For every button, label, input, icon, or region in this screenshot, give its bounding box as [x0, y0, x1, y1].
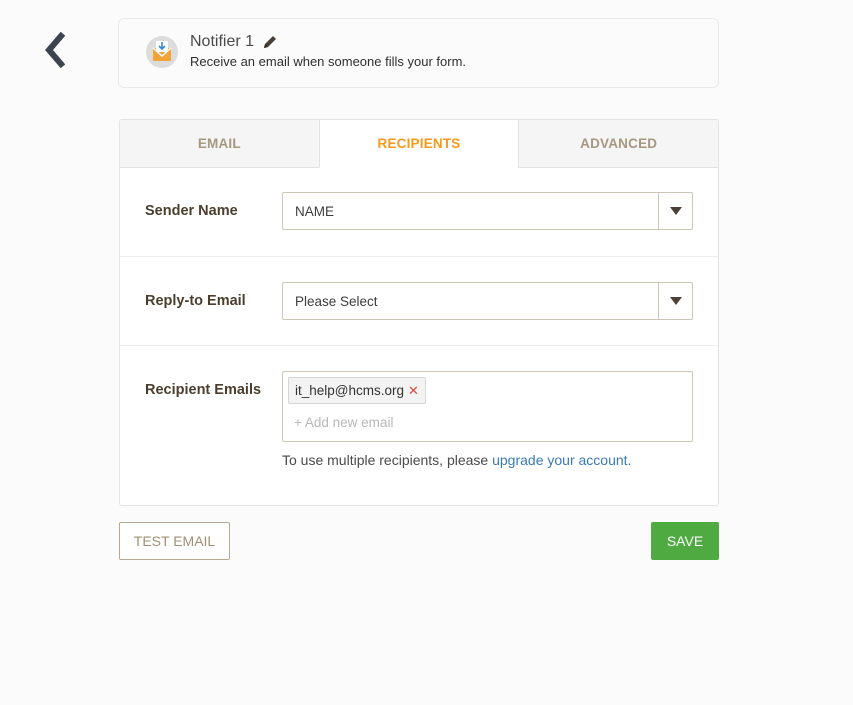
save-button[interactable]: SAVE — [651, 522, 719, 560]
reply-to-select[interactable]: Please Select — [282, 282, 693, 320]
reply-to-value: Please Select — [295, 293, 378, 309]
sender-name-label: Sender Name — [145, 203, 238, 219]
pencil-edit-icon[interactable] — [262, 34, 278, 50]
email-tag: it_help@hcms.org ✕ — [288, 377, 426, 404]
email-notification-icon — [145, 35, 179, 69]
test-email-button[interactable]: TEST EMAIL — [119, 522, 230, 560]
notifier-header: Notifier 1 Receive an email when someone… — [118, 18, 719, 88]
notifier-title-text: Notifier 1 — [190, 33, 255, 50]
tab-recipients[interactable]: RECIPIENTS — [318, 120, 519, 168]
back-button[interactable] — [42, 32, 74, 68]
back-chevron-icon — [45, 32, 66, 68]
add-email-input[interactable]: + Add new email — [294, 415, 393, 430]
recipient-emails-row: Recipient Emails it_help@hcms.org ✕ + Ad… — [120, 346, 718, 506]
dropdown-arrow-icon[interactable] — [658, 193, 692, 229]
recipient-emails-label: Recipient Emails — [145, 382, 262, 398]
notifier-settings-card: EMAIL RECIPIENTS ADVANCED Sender Name NA… — [119, 119, 719, 506]
reply-to-row: Reply-to Email Please Select — [120, 257, 718, 346]
remove-x-icon[interactable]: ✕ — [408, 383, 419, 399]
tab-bar: EMAIL RECIPIENTS ADVANCED — [120, 120, 719, 168]
upgrade-account-link[interactable]: upgrade your account. — [492, 452, 631, 468]
sender-name-select[interactable]: NAME — [282, 192, 693, 230]
notifier-title: Notifier 1 — [190, 33, 278, 51]
tab-advanced[interactable]: ADVANCED — [518, 120, 719, 168]
recipients-hint: To use multiple recipients, please upgra… — [282, 452, 631, 468]
tab-email[interactable]: EMAIL — [120, 120, 319, 168]
dropdown-arrow-icon[interactable] — [658, 283, 692, 319]
recipient-emails-input[interactable]: it_help@hcms.org ✕ + Add new email — [282, 371, 693, 442]
sender-name-value: NAME — [295, 203, 335, 219]
email-tag-text: it_help@hcms.org — [295, 383, 405, 398]
notifier-subtitle: Receive an email when someone fills your… — [190, 54, 467, 69]
hint-text: To use multiple recipients, please — [282, 452, 493, 468]
reply-to-label: Reply-to Email — [145, 293, 246, 309]
sender-name-row: Sender Name NAME — [120, 168, 718, 257]
